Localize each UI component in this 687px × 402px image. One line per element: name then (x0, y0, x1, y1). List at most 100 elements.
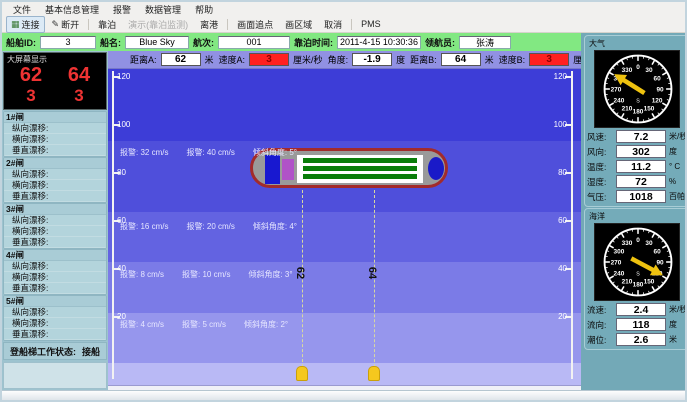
toolbar-button[interactable]: ▦连接 (6, 16, 45, 33)
value-box: -1.9 (352, 53, 392, 66)
svg-text:270: 270 (611, 86, 622, 93)
deck-stripe (303, 174, 417, 179)
gate-drift-group: 5#闸纵向漂移:横向漂移:垂直漂移: (3, 295, 107, 341)
alert-value-box: 3 (249, 53, 289, 66)
environment-panel: 大气 0306090120150180210240270300330S 风速:7… (581, 33, 687, 390)
boarding-ladder-value: 接船 (82, 345, 100, 358)
axis-tick-label: 20 (558, 312, 567, 321)
alarm-speed-a: 报警: 16 cm/s (120, 221, 168, 232)
alarm-speed-b: 报警: 5 cm/s (182, 319, 226, 330)
alarm-speed-b: 报警: 20 cm/s (186, 221, 234, 232)
axis-line (571, 71, 573, 379)
atmosphere-field: 气压:1018百帕 (587, 190, 687, 203)
deck-stripe (303, 166, 417, 171)
atmosphere-value: 1018 (616, 190, 666, 203)
axis-tick-label: 20 (117, 312, 126, 321)
menu-item[interactable]: 数据管理 (138, 2, 188, 17)
axis-tick-label: 40 (117, 264, 126, 273)
atmosphere-label: 风向: (587, 146, 613, 158)
toolbar-button[interactable]: 画面追点 (232, 16, 278, 33)
ocean-title: 海洋 (589, 211, 687, 222)
menu-item[interactable]: 基本信息管理 (38, 2, 106, 17)
sensor-marker (296, 366, 308, 381)
atmosphere-label: 气压: (587, 191, 613, 203)
info-field-value[interactable]: Blue Sky (125, 36, 189, 49)
atmosphere-field: 风速:7.2米/秒 (587, 130, 687, 143)
atmosphere-value: 11.2 (616, 160, 666, 173)
atmosphere-field: 温度:11.2° C (587, 160, 687, 173)
drift-row-label: 垂直漂移: (4, 329, 106, 340)
toolbar-button: 演示(靠泊监测) (123, 16, 193, 33)
depth-band (108, 69, 581, 141)
ocean-value: 2.4 (616, 303, 666, 316)
svg-text:30: 30 (646, 240, 654, 247)
berthing-plot-column: 距离A:62米速度A:3厘米/秒角度:-1.9度距离B:64米速度B:3厘米/秒 (108, 51, 581, 390)
wind-direction-gauge: 0306090120150180210240270300330S (594, 50, 680, 128)
alarm-threshold-row: 报警: 8 cm/s报警: 10 cm/s倾斜角度: 3° (108, 269, 293, 280)
toolbar-button[interactable]: 画区域 (280, 16, 317, 33)
svg-text:60: 60 (654, 248, 662, 255)
atmosphere-label: 温度: (587, 161, 613, 173)
measurement-label: 距离B: (410, 53, 437, 66)
big-screen-value: 3 (7, 87, 55, 104)
info-field-value[interactable]: 2011-4-15 10:30:36 (337, 36, 421, 49)
info-field-label: 船舶ID: (6, 36, 36, 49)
drift-row-label: 垂直漂移: (4, 283, 106, 294)
depth-band (108, 212, 581, 262)
axis-tick-label: 100 (554, 120, 567, 129)
ocean-value: 118 (616, 318, 666, 331)
info-field-value[interactable]: 3 (40, 36, 96, 49)
measurement-item: 速度A:3厘米/秒 (219, 53, 323, 66)
alert-value-box: 3 (529, 53, 569, 66)
toolbar-button[interactable]: PMS (356, 17, 386, 31)
toolbar-button-label: 取消 (324, 18, 342, 31)
info-field-label: 船名: (100, 36, 121, 49)
ocean-unit: 米 (669, 334, 677, 345)
drift-sidebar: 大屏幕显示 6264 33 1#闸纵向漂移:横向漂移:垂直漂移:2#闸纵向漂移:… (2, 51, 108, 390)
content-row: 大屏幕显示 6264 33 1#闸纵向漂移:横向漂移:垂直漂移:2#闸纵向漂移:… (2, 51, 581, 390)
alarm-speed-a: 报警: 32 cm/s (120, 147, 168, 158)
measurement-unit: 米 (205, 53, 214, 66)
svg-text:0: 0 (636, 237, 640, 244)
ocean-unit: 米/秒 (669, 304, 687, 315)
gate-drift-group: 2#闸纵向漂移:横向漂移:垂直漂移: (3, 157, 107, 203)
gate-group-title: 1#闸 (4, 112, 106, 123)
toolbar-button[interactable]: 离港 (195, 16, 223, 33)
toolbar-button-label: 靠泊 (98, 18, 116, 31)
big-screen-display: 大屏幕显示 6264 33 (3, 52, 107, 110)
alarm-threshold-row: 报警: 4 cm/s报警: 5 cm/s倾斜角度: 2° (108, 319, 288, 330)
toolbar-button[interactable]: 取消 (319, 16, 347, 33)
gate-group-title: 5#闸 (4, 296, 106, 307)
measurement-unit: 厘米/秒 (293, 53, 323, 66)
info-field-value[interactable]: 张涛 (459, 36, 511, 49)
svg-text:30: 30 (646, 67, 654, 74)
sensor-marker (368, 366, 380, 381)
ship-funnel-block (282, 159, 294, 180)
svg-text:90: 90 (657, 86, 665, 93)
drift-row-label: 纵向漂移: (4, 261, 106, 272)
svg-text:180: 180 (633, 108, 644, 115)
svg-text:150: 150 (644, 278, 655, 285)
svg-text:330: 330 (622, 240, 633, 247)
atmosphere-unit: 米/秒 (669, 131, 687, 142)
svg-text:270: 270 (611, 259, 622, 266)
menu-item[interactable]: 帮助 (188, 2, 220, 17)
menu-item[interactable]: 文件 (6, 2, 38, 17)
toolbar-button[interactable]: 靠泊 (93, 16, 121, 33)
svg-text:60: 60 (654, 75, 662, 82)
ocean-label: 流速: (587, 304, 613, 316)
svg-text:300: 300 (614, 248, 625, 255)
value-box: 64 (441, 53, 481, 66)
distance-measure-line (302, 190, 303, 377)
toolbar-button[interactable]: ✎断开 (47, 16, 85, 33)
menu-item[interactable]: 报警 (106, 2, 138, 17)
axis-tick-label: 40 (558, 264, 567, 273)
big-screen-value: 3 (55, 87, 103, 104)
info-field-value[interactable]: 001 (218, 36, 290, 49)
compass-gauge-svg: 0306090120150180210240270300330S (595, 51, 681, 127)
atmosphere-label: 风速: (587, 131, 613, 143)
toolbar-button-label: 演示(靠泊监测) (128, 18, 188, 31)
alarm-tilt-angle: 倾斜角度: 4° (253, 221, 297, 232)
ocean-field: 流速:2.4米/秒 (587, 303, 687, 316)
axis-tick-label: 120 (117, 72, 130, 81)
